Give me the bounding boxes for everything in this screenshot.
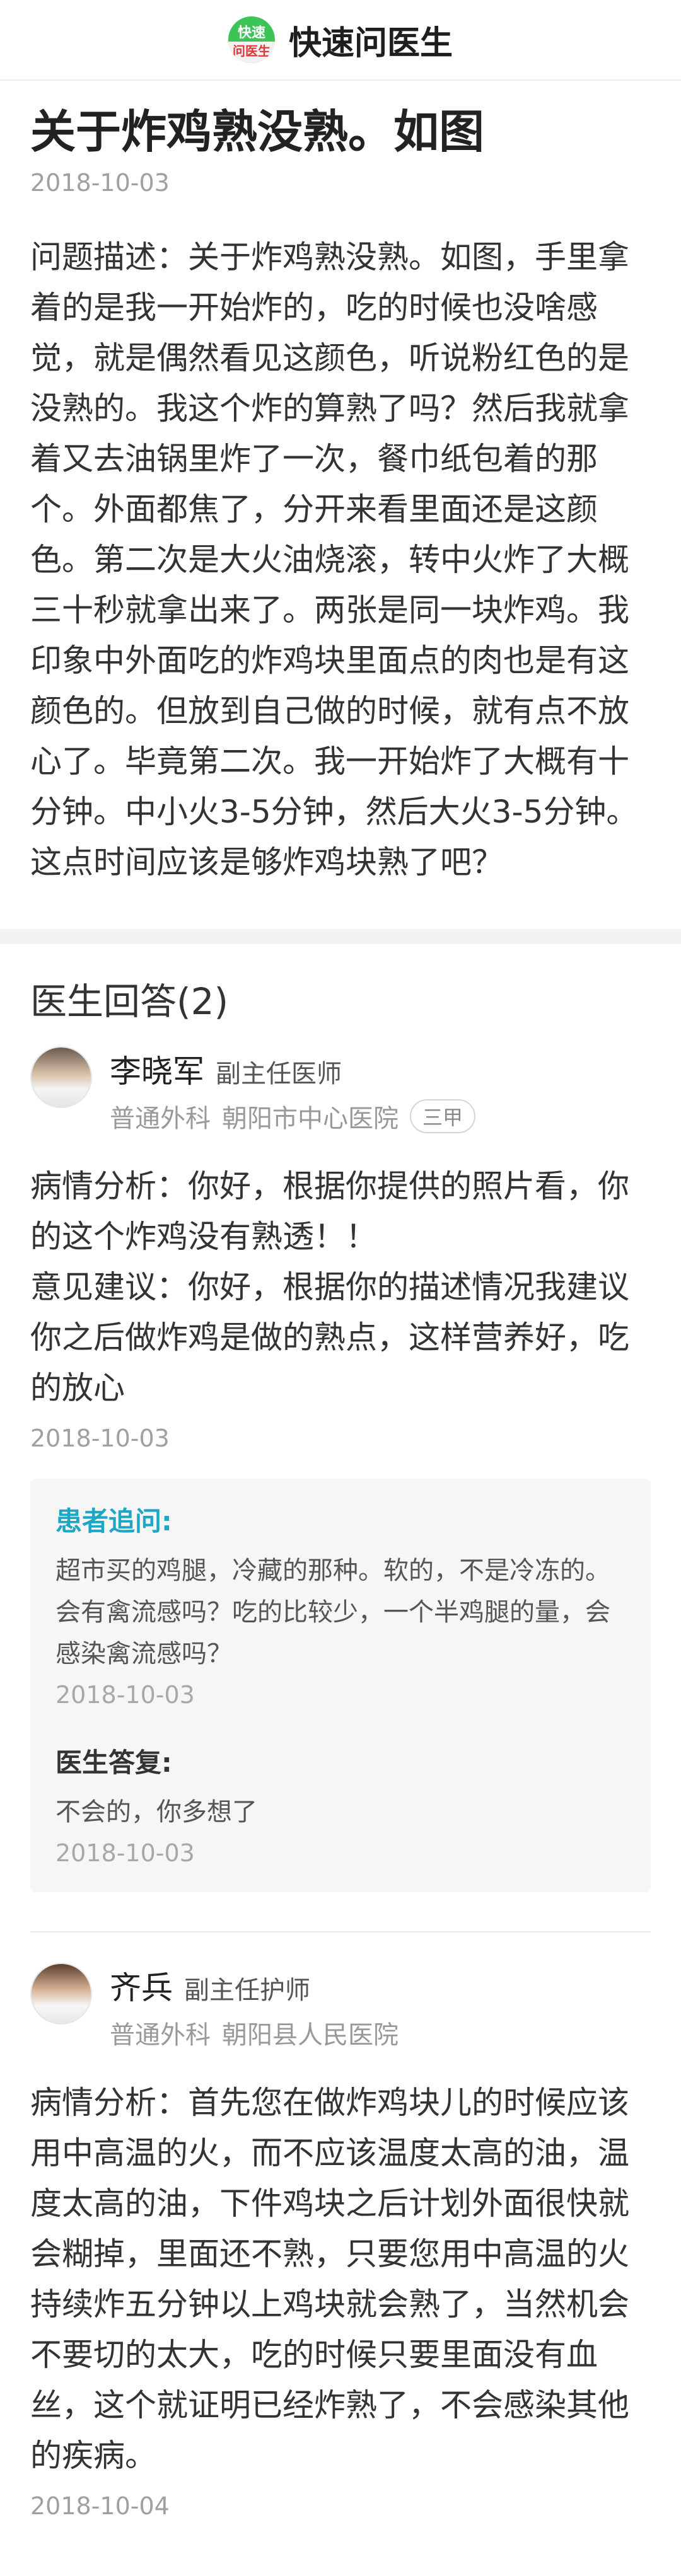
- app-logo: 快速 问医生: [228, 16, 275, 63]
- followup-label: 患者追问:: [55, 1506, 172, 1537]
- doctor-avatar[interactable]: [30, 1963, 92, 2025]
- doctor-title: 副主任护师: [184, 1976, 310, 2006]
- doctor-department: 普通外科: [110, 2021, 211, 2050]
- answer-separator: [30, 1931, 651, 1933]
- question-date: 2018-10-03: [30, 169, 170, 197]
- doctor-reply-label: 医生答复:: [55, 1747, 172, 1779]
- answer-date: 2018-10-03: [30, 1424, 170, 1453]
- answer-date: 2018-10-04: [30, 2492, 170, 2521]
- logo-top-text: 快速: [237, 25, 265, 41]
- doctor-info: 齐兵 副主任护师 普通外科 朝阳县人民医院: [110, 1963, 399, 2051]
- doctor-info: 李晓军 副主任医师 普通外科 朝阳市中心医院 三甲: [110, 1046, 476, 1135]
- doctor-hospital: 朝阳市中心医院: [222, 1104, 399, 1134]
- doctor-card[interactable]: 齐兵 副主任护师 普通外科 朝阳县人民医院: [30, 1963, 651, 2051]
- question-description: 问题描述：关于炸鸡熟没熟。如图，手里拿着的是我一开始炸的，吃的时候也没啥感觉，就…: [30, 239, 638, 881]
- doctor-hospital: 朝阳县人民医院: [222, 2021, 399, 2050]
- followup-box: 患者追问: 超市买的鸡腿，冷藏的那种。软的，不是冷冻的。会有禽流感吗？吃的比较少…: [30, 1479, 651, 1893]
- doctor-reply-date: 2018-10-03: [55, 1839, 195, 1868]
- app-header: 快速 问医生 快速问医生: [0, 0, 681, 81]
- answer-analysis: 病情分析：首先您在做炸鸡块儿的时候应该用中高温的火，而不应该温度太高的油，温度太…: [30, 2084, 629, 2475]
- doctor-title: 副主任医师: [216, 1060, 342, 1089]
- doctor-avatar[interactable]: [30, 1046, 92, 1109]
- hospital-grade-badge: 三甲: [410, 1099, 476, 1134]
- doctor-name[interactable]: 齐兵: [110, 1963, 173, 2008]
- followup-text: 超市买的鸡腿，冷藏的那种。软的，不是冷冻的。会有禽流感吗？吃的比较少，一个半鸡腿…: [55, 1556, 610, 1669]
- brand-name: 快速问医生: [288, 24, 453, 62]
- question-title: 关于炸鸡熟没熟。如图: [30, 105, 485, 158]
- answer-advice: 意见建议：你好，根据你的描述情况我建议你之后做炸鸡是做的熟点，这样营养好，吃的放…: [30, 1269, 629, 1407]
- doctor-reply-text: 不会的，你多想了: [55, 1798, 257, 1827]
- answer-analysis: 病情分析：你好，根据你提供的照片看，你的这个炸鸡没有熟透！！: [30, 1168, 629, 1256]
- logo-bottom-text: 问医生: [228, 42, 275, 63]
- doctor-card[interactable]: 李晓军 副主任医师 普通外科 朝阳市中心医院 三甲: [30, 1046, 651, 1135]
- answers-title: 医生回答(2): [30, 980, 229, 1024]
- followup-date: 2018-10-03: [55, 1681, 195, 1709]
- doctor-department: 普通外科: [110, 1104, 211, 1134]
- section-divider: [0, 929, 681, 945]
- doctor-name[interactable]: 李晓军: [110, 1046, 204, 1092]
